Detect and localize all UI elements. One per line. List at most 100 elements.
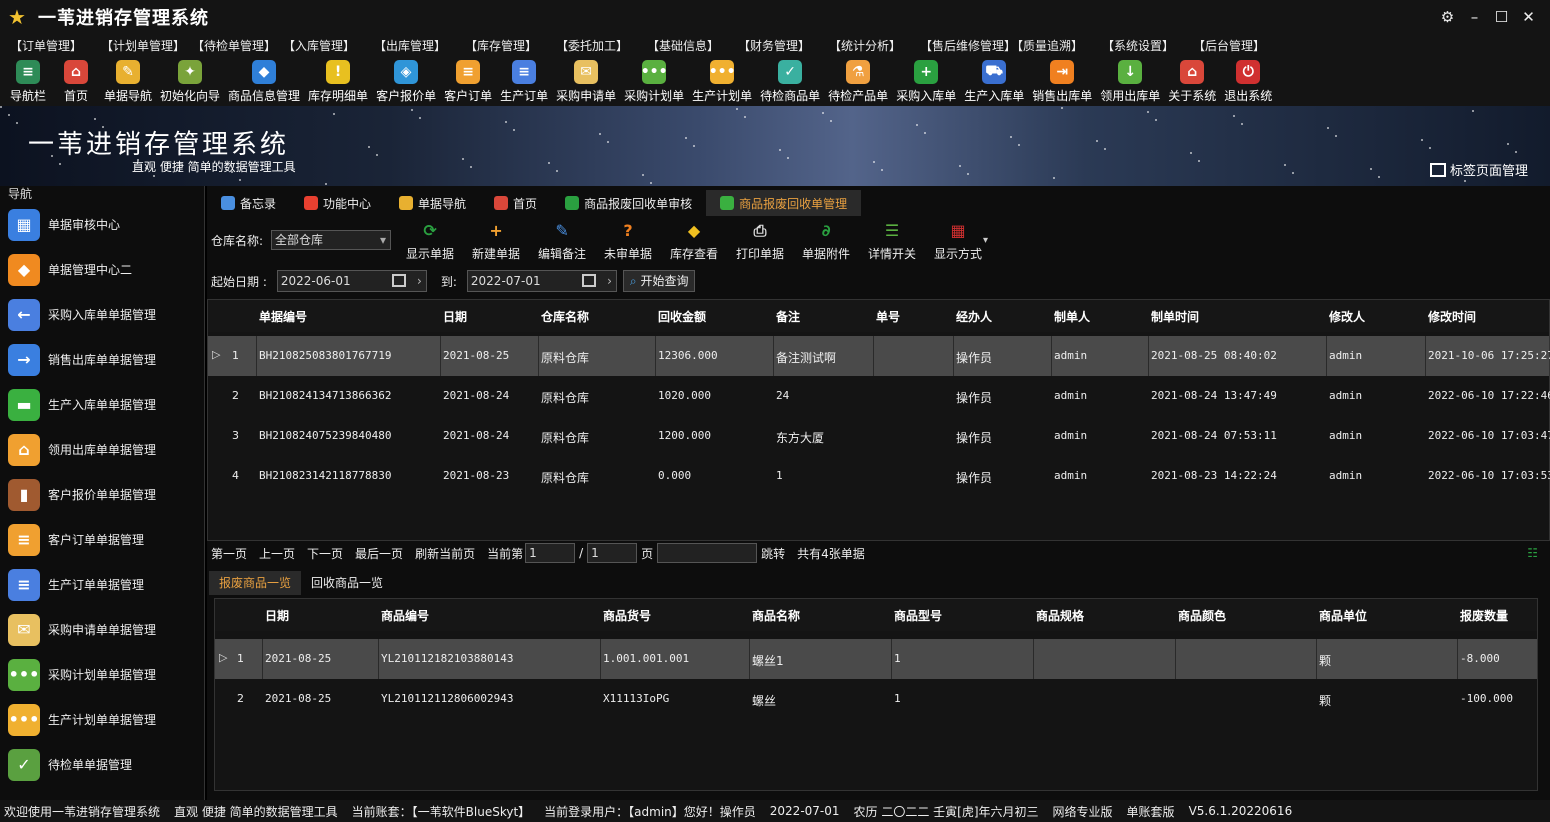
menu-item[interactable]: 【统计分析】 xyxy=(829,37,920,54)
menu-item[interactable]: 【待检单管理】 xyxy=(192,37,283,54)
close-button[interactable]: ✕ xyxy=(1515,6,1542,28)
menu-item[interactable]: 【后台管理】 xyxy=(1193,37,1284,54)
end-date-field[interactable]: 2022-07-01 › xyxy=(466,270,617,292)
tab-manage-button[interactable]: 标签页面管理 xyxy=(1429,160,1528,179)
menu-item[interactable]: 【系统设置】 xyxy=(1102,37,1193,54)
column-header[interactable]: 日期 xyxy=(443,308,467,325)
menu-item[interactable]: 【订单管理】 xyxy=(10,37,101,54)
first-page-button[interactable]: 第一页 xyxy=(211,545,247,562)
toolbar-button[interactable]: ! 库存明细单 xyxy=(304,56,372,106)
tab[interactable]: 商品报废回收单管理 xyxy=(706,190,862,216)
nav-item[interactable]: ◆ 单据管理中心二 xyxy=(0,247,204,292)
action-button[interactable]: ▦ 显示方式 xyxy=(925,219,991,262)
column-header[interactable]: 商品规格 xyxy=(1036,607,1084,624)
menu-item[interactable]: 【入库管理】 xyxy=(283,37,374,54)
toolbar-button[interactable]: ≡ 导航栏 xyxy=(4,56,52,106)
toolbar-button[interactable]: ✓ 待检商品单 xyxy=(756,56,824,106)
menu-item[interactable]: 【委托加工】 xyxy=(556,37,647,54)
tab[interactable]: 功能中心 xyxy=(290,190,385,216)
menu-item[interactable]: 【库存管理】 xyxy=(465,37,556,54)
column-header[interactable]: 商品编号 xyxy=(381,607,429,624)
chevron-right-icon[interactable]: › xyxy=(417,271,422,291)
toolbar-button[interactable]: ↓ 领用出库单 xyxy=(1096,56,1164,106)
menu-item[interactable]: 【计划单管理】 xyxy=(101,37,192,54)
column-header[interactable]: 经办人 xyxy=(956,308,992,325)
nav-item[interactable]: ••• 生产计划单单据管理 xyxy=(0,697,204,742)
warehouse-select[interactable]: 全部仓库 xyxy=(271,230,392,250)
table-row[interactable]: 2 BH210824134713866362 2021-08-24 原料仓库 1020.… xyxy=(208,376,1550,416)
menu-item[interactable]: 【售后维修管理】 xyxy=(920,37,1016,54)
calendar-icon[interactable] xyxy=(581,274,596,287)
table-row[interactable]: ▷ 1 BH210825083801767719 2021-08-25 原料仓库 1230… xyxy=(208,336,1550,376)
toolbar-button[interactable]: ••• 生产计划单 xyxy=(688,56,756,106)
nav-item[interactable]: ≡ 生产订单单据管理 xyxy=(0,562,204,607)
toolbar-button[interactable]: ⛟ 生产入库单 xyxy=(960,56,1028,106)
toolbar-button[interactable]: ⏻ 退出系统 xyxy=(1220,56,1276,106)
toolbar-button[interactable]: ⌂ 关于系统 xyxy=(1164,56,1220,106)
column-header[interactable]: 仓库名称 xyxy=(541,308,589,325)
chevron-right-icon[interactable]: › xyxy=(607,271,612,291)
toolbar-button[interactable]: ≡ 生产订单 xyxy=(496,56,552,106)
column-header[interactable]: 修改时间 xyxy=(1428,308,1476,325)
menu-item[interactable]: 【质量追溯】 xyxy=(1011,37,1102,54)
table-row[interactable]: ▷ 1 2021-08-25 YL210112182103880143 1.001.00… xyxy=(215,639,1537,679)
chevron-down-icon[interactable]: ▾ xyxy=(983,235,988,246)
action-button[interactable]: ◆ 库存查看 xyxy=(661,219,727,262)
toolbar-button[interactable]: ⇥ 销售出库单 xyxy=(1028,56,1096,106)
current-page-input[interactable]: 1 xyxy=(525,543,576,563)
column-header[interactable]: 商品名称 xyxy=(752,607,800,624)
nav-item[interactable]: ✓ 待检单单据管理 xyxy=(0,742,204,787)
prev-page-button[interactable]: 上一页 xyxy=(259,545,295,562)
settings-icon[interactable]: ⚙ xyxy=(1434,6,1461,28)
jump-button[interactable]: 跳转 xyxy=(761,545,785,562)
column-header[interactable]: 日期 xyxy=(265,607,289,624)
column-header[interactable]: 制单时间 xyxy=(1151,308,1199,325)
column-header[interactable]: 商品型号 xyxy=(894,607,942,624)
toolbar-button[interactable]: ◈ 客户报价单 xyxy=(372,56,440,106)
table-row[interactable]: 3 BH210824075239840480 2021-08-24 原料仓库 1200.… xyxy=(208,416,1550,456)
maximize-button[interactable]: ☐ xyxy=(1488,6,1515,28)
action-button[interactable]: ✎ 编辑备注 xyxy=(529,219,595,262)
action-button[interactable]: ⎙ 打印单据 xyxy=(727,219,793,262)
column-header[interactable]: 单据编号 xyxy=(259,308,307,325)
next-page-button[interactable]: 下一页 xyxy=(307,545,343,562)
minimize-button[interactable]: – xyxy=(1461,6,1488,28)
action-button[interactable]: ⟳ 显示单据 xyxy=(397,219,463,262)
detail-tab[interactable]: 报废商品一览 xyxy=(209,571,302,595)
nav-item[interactable]: ← 采购入库单单据管理 xyxy=(0,292,204,337)
toolbar-button[interactable]: ◆ 商品信息管理 xyxy=(224,56,304,106)
start-date-field[interactable]: 2022-06-01 › xyxy=(276,270,427,292)
column-header[interactable]: 修改人 xyxy=(1329,308,1365,325)
menu-item[interactable]: 【出库管理】 xyxy=(374,37,465,54)
toolbar-button[interactable]: ••• 采购计划单 xyxy=(620,56,688,106)
toolbar-button[interactable]: ✉ 采购申请单 xyxy=(552,56,620,106)
action-button[interactable]: ∂ 单据附件 xyxy=(793,219,859,262)
column-header[interactable]: 商品颜色 xyxy=(1178,607,1226,624)
action-button[interactable]: + 新建单据 xyxy=(463,219,529,262)
refresh-page-button[interactable]: 刷新当前页 xyxy=(415,545,475,562)
last-page-button[interactable]: 最后一页 xyxy=(355,545,403,562)
toolbar-button[interactable]: ✎ 单据导航 xyxy=(100,56,156,106)
nav-item[interactable]: ••• 采购计划单单据管理 xyxy=(0,652,204,697)
table-row[interactable]: 2 2021-08-25 YL210112112806002943 X11113IoP… xyxy=(215,679,1537,719)
nav-item[interactable]: ≡ 客户订单单据管理 xyxy=(0,517,204,562)
column-header[interactable]: 单号 xyxy=(876,308,900,325)
tab[interactable]: 首页 xyxy=(480,190,551,216)
nav-item[interactable]: ✉ 采购申请单单据管理 xyxy=(0,607,204,652)
toolbar-button[interactable]: ✦ 初始化向导 xyxy=(156,56,224,106)
column-header[interactable]: 报废数量 xyxy=(1460,607,1508,624)
column-header[interactable]: 制单人 xyxy=(1054,308,1090,325)
column-header[interactable]: 商品单位 xyxy=(1319,607,1367,624)
table-row[interactable]: 4 BH210823142118778830 2021-08-23 原料仓库 0.000… xyxy=(208,456,1550,496)
toolbar-button[interactable]: ≡ 客户订单 xyxy=(440,56,496,106)
calendar-icon[interactable] xyxy=(391,274,406,287)
menu-item[interactable]: 【基础信息】 xyxy=(647,37,738,54)
toolbar-button[interactable]: ⚗ 待检产品单 xyxy=(824,56,892,106)
tab[interactable]: 单据导航 xyxy=(385,190,480,216)
nav-item[interactable]: ▦ 单据审核中心 xyxy=(0,202,204,247)
nav-item[interactable]: → 销售出库单单据管理 xyxy=(0,337,204,382)
tab[interactable]: 备忘录 xyxy=(207,190,290,216)
nav-item[interactable]: ⌂ 领用出库单单据管理 xyxy=(0,427,204,472)
action-button[interactable]: ? 未审单据 xyxy=(595,219,661,262)
detail-tab[interactable]: 回收商品一览 xyxy=(301,571,393,595)
